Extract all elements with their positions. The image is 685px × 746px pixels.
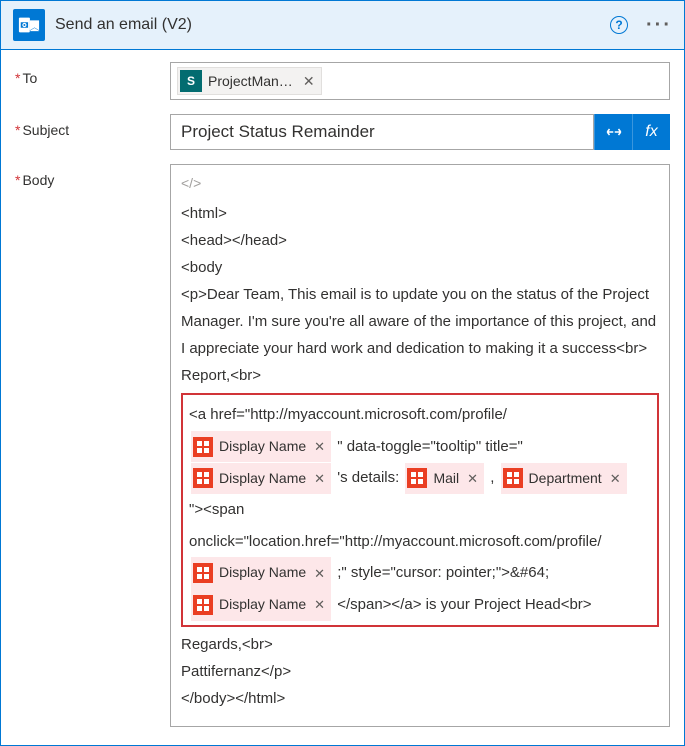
office-icon <box>503 468 523 488</box>
subject-field[interactable]: Project Status Remainder <box>170 114 594 150</box>
to-label: *To <box>15 62 170 100</box>
body-line: <p>Dear Team, This email is to update yo… <box>181 281 659 362</box>
body-line: <head></head> <box>181 227 659 254</box>
subject-value: Project Status Remainder <box>181 122 375 142</box>
remove-icon[interactable]: ✕ <box>314 465 325 492</box>
remove-icon[interactable]: ✕ <box>467 465 478 492</box>
body-text: </span></a> is your Project Head<br> <box>337 596 591 613</box>
action-card: Send an email (V2) ? ··· *To S ProjectMa… <box>0 0 685 746</box>
office-icon <box>193 563 213 583</box>
token-display-name[interactable]: Display Name ✕ <box>191 463 331 494</box>
remove-icon[interactable]: ✕ <box>303 73 315 90</box>
body-text: ;" style="cursor: pointer;">&#64; <box>337 564 549 581</box>
body-label: *Body <box>15 164 170 727</box>
help-icon[interactable]: ? <box>610 16 628 34</box>
remove-icon[interactable]: ✕ <box>610 465 621 492</box>
expression-button[interactable]: fx <box>632 114 670 150</box>
to-field[interactable]: S ProjectMan… ✕ <box>170 62 670 100</box>
to-chip-label: ProjectMan… <box>208 73 293 89</box>
subject-row: *Subject Project Status Remainder fx <box>15 114 670 150</box>
token-display-name[interactable]: Display Name ✕ <box>191 557 331 588</box>
token-department[interactable]: Department ✕ <box>501 463 627 494</box>
to-chip[interactable]: S ProjectMan… ✕ <box>177 67 322 95</box>
office-icon <box>193 437 213 457</box>
sharepoint-icon: S <box>180 70 202 92</box>
body-text: "><span onclick="location.href="http://m… <box>189 501 602 550</box>
office-icon <box>407 468 427 488</box>
token-display-name[interactable]: Display Name ✕ <box>191 589 331 620</box>
body-line: </body></html> <box>181 685 659 712</box>
card-title: Send an email (V2) <box>55 16 192 34</box>
body-row: *Body </> <html> <head></head> <body <p>… <box>15 164 670 727</box>
token-mail[interactable]: Mail ✕ <box>405 463 484 494</box>
body-text: <a href="http://myaccount.microsoft.com/… <box>189 406 507 423</box>
to-row: *To S ProjectMan… ✕ <box>15 62 670 100</box>
remove-icon[interactable]: ✕ <box>314 433 325 460</box>
more-icon[interactable]: ··· <box>646 20 672 30</box>
body-line: <body <box>181 254 659 281</box>
form-area: *To S ProjectMan… ✕ *Subject Project Sta… <box>1 50 684 745</box>
office-icon <box>193 595 213 615</box>
token-display-name[interactable]: Display Name ✕ <box>191 431 331 462</box>
code-view-icon[interactable]: </> <box>181 171 659 196</box>
body-line: Report,<br> <box>181 362 659 389</box>
subject-label: *Subject <box>15 114 170 150</box>
body-field[interactable]: </> <html> <head></head> <body <p>Dear T… <box>170 164 670 727</box>
remove-icon[interactable]: ✕ <box>314 560 325 587</box>
card-header[interactable]: Send an email (V2) ? ··· <box>1 1 684 50</box>
body-line: Regards,<br> <box>181 631 659 658</box>
office-icon <box>193 468 213 488</box>
body-text: , <box>490 469 494 486</box>
dynamic-content-button[interactable] <box>594 114 632 150</box>
body-line: <html> <box>181 200 659 227</box>
highlight-frame: <a href="http://myaccount.microsoft.com/… <box>181 393 659 626</box>
outlook-icon <box>13 9 45 41</box>
body-text: " data-toggle="tooltip" title=" <box>337 438 523 455</box>
body-text: 's details: <box>337 469 399 486</box>
remove-icon[interactable]: ✕ <box>314 591 325 618</box>
body-line: Pattifernanz</p> <box>181 658 659 685</box>
